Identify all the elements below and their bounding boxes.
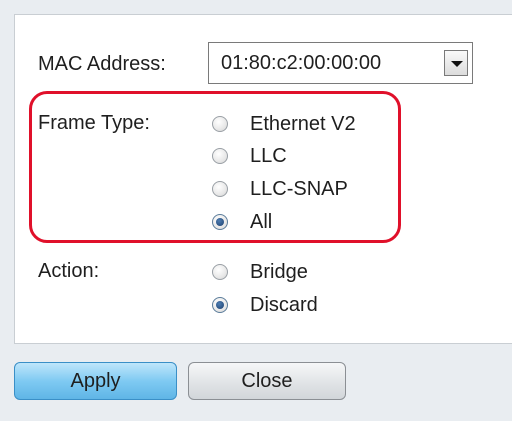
close-button[interactable]: Close [188,362,346,400]
action-option-label: Discard [250,294,318,316]
action-label: Action: [38,260,100,282]
action-option-label: Bridge [250,261,308,283]
frame-type-option-label: LLC-SNAP [250,178,348,200]
mac-address-label: MAC Address: [38,53,166,75]
frame-type-label: Frame Type: [38,112,150,134]
frame-type-option-label: Ethernet V2 [250,113,356,135]
radio-button-icon[interactable] [212,214,228,230]
radio-button-icon[interactable] [212,297,228,313]
mac-address-select[interactable]: 01:80:c2:00:00:00 [208,42,473,84]
radio-button-icon[interactable] [212,148,228,164]
mac-address-value: 01:80:c2:00:00:00 [221,52,382,74]
chevron-down-icon[interactable] [444,50,468,76]
radio-button-icon[interactable] [212,181,228,197]
frame-type-option-label: All [250,211,273,233]
frame-type-option-label: LLC [250,145,287,167]
radio-button-icon[interactable] [212,264,228,280]
radio-button-icon[interactable] [212,116,228,132]
apply-button[interactable]: Apply [14,362,177,400]
dialog: MAC Address: 01:80:c2:00:00:00 Frame Typ… [0,0,512,421]
